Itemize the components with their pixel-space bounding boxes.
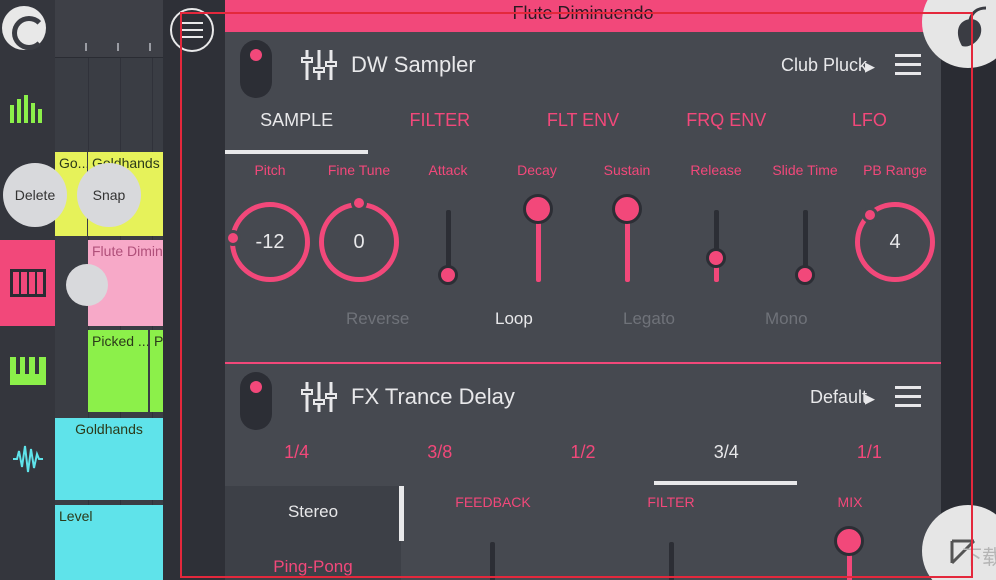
- piano-roll-icon[interactable]: [0, 240, 55, 326]
- instrument-tabs: SAMPLE FILTER FLT ENV FRQ ENV LFO: [225, 96, 941, 146]
- flstudio-mobile-screen: Go... Goldhands Flute Dimin Picked ... P…: [0, 0, 996, 580]
- attack-label: Attack: [428, 162, 468, 178]
- release-label: Release: [690, 162, 742, 178]
- sustain-slider-fill: [625, 222, 630, 282]
- reverse-toggle[interactable]: Reverse: [346, 309, 409, 329]
- channel-title-bar: Flute Diminuendo: [225, 0, 941, 32]
- instrument-menu-button[interactable]: [895, 54, 921, 75]
- effect-power-toggle[interactable]: [240, 372, 272, 430]
- active-tab-indicator: [654, 481, 797, 485]
- mode-ping-pong[interactable]: Ping-Pong: [225, 557, 401, 577]
- decay-slider-thumb[interactable]: [523, 194, 553, 224]
- fine-tune-knob[interactable]: 0: [319, 202, 399, 282]
- mode-scrollbar[interactable]: [399, 486, 404, 541]
- effect-name: FX Trance Delay: [351, 384, 515, 409]
- fine-tune-label: Fine Tune: [327, 162, 391, 178]
- preset-arrow-icon[interactable]: ▶: [865, 59, 875, 75]
- sustain-slider-thumb[interactable]: [612, 194, 642, 224]
- loop-toggle[interactable]: Loop: [495, 309, 533, 329]
- tab-1-2[interactable]: 1/2: [511, 428, 654, 478]
- fl-fruit-logo-icon[interactable]: [922, 0, 996, 68]
- instrument-power-toggle[interactable]: [240, 40, 272, 98]
- legato-toggle[interactable]: Legato: [623, 309, 675, 329]
- mix-label: MIX: [837, 494, 863, 510]
- feedback-slider[interactable]: [490, 542, 495, 580]
- timeline-ruler[interactable]: [55, 0, 163, 58]
- slide-time-label: Slide Time: [772, 162, 838, 178]
- delete-button[interactable]: Delete: [3, 163, 67, 227]
- pitch-knob-handle[interactable]: [225, 230, 241, 246]
- tab-lfo[interactable]: LFO: [798, 96, 941, 146]
- preset-arrow-icon[interactable]: ▶: [865, 391, 875, 407]
- right-edge-column: [941, 0, 996, 580]
- app-logo-icon[interactable]: [2, 6, 46, 50]
- attack-slider-thumb[interactable]: [438, 265, 458, 285]
- effect-menu-button[interactable]: [895, 386, 921, 407]
- pitch-label: Pitch: [254, 162, 286, 178]
- automation-clip[interactable]: Level: [55, 505, 163, 580]
- tab-filter[interactable]: FILTER: [368, 96, 511, 146]
- instrument-preset[interactable]: Club Pluck: [781, 55, 867, 76]
- channel-icon-column: [0, 0, 55, 580]
- release-slider-thumb[interactable]: [706, 248, 726, 268]
- tab-frq-env[interactable]: FRQ ENV: [655, 96, 798, 146]
- pattern-clip[interactable]: P: [150, 330, 163, 412]
- snap-button[interactable]: Snap: [77, 163, 141, 227]
- pattern-clip[interactable]: Picked ...: [88, 330, 148, 412]
- decay-label: Decay: [517, 162, 557, 178]
- instrument-name: DW Sampler: [351, 52, 476, 77]
- drag-handle[interactable]: [66, 264, 108, 306]
- filter-slider[interactable]: [669, 542, 674, 580]
- sustain-label: Sustain: [603, 162, 651, 178]
- tab-1-1[interactable]: 1/1: [798, 428, 941, 478]
- instrument-panel: DW Sampler Club Pluck ▶ SAMPLE FILTER FL…: [225, 32, 941, 362]
- decay-slider-fill: [536, 222, 541, 282]
- pb-range-label: PB Range: [863, 162, 927, 178]
- feedback-label: FEEDBACK: [455, 494, 531, 510]
- mixer-sliders-icon[interactable]: [301, 380, 337, 414]
- plugin-sidebar: [163, 0, 225, 580]
- piano-keys-icon[interactable]: [0, 328, 55, 414]
- tab-3-8[interactable]: 3/8: [368, 428, 511, 478]
- waveform-icon[interactable]: [0, 416, 55, 502]
- mode-stereo[interactable]: Stereo: [225, 502, 401, 522]
- watermark-text: 下载: [962, 547, 996, 569]
- mixer-bars-icon[interactable]: [0, 66, 55, 152]
- filter-label: FILTER: [647, 494, 695, 510]
- effect-panel: FX Trance Delay Default ▶ 1/4 3/8 1/2 3/…: [225, 364, 941, 580]
- mono-toggle[interactable]: Mono: [765, 309, 808, 329]
- effect-preset[interactable]: Default: [810, 387, 867, 408]
- fine-tune-knob-handle[interactable]: [351, 195, 367, 211]
- active-tab-indicator: [225, 150, 368, 154]
- main-menu-button[interactable]: [170, 8, 214, 52]
- delay-time-tabs: 1/4 3/8 1/2 3/4 1/1: [225, 428, 941, 478]
- tab-1-4[interactable]: 1/4: [225, 428, 368, 478]
- delay-mode-list: Stereo Ping-Pong: [225, 486, 401, 580]
- mixer-sliders-icon[interactable]: [301, 48, 337, 82]
- tab-sample[interactable]: SAMPLE: [225, 96, 368, 146]
- tab-3-4[interactable]: 3/4: [655, 428, 798, 478]
- audio-clip[interactable]: Goldhands: [55, 418, 163, 500]
- slide-time-slider-thumb[interactable]: [795, 265, 815, 285]
- tab-flt-env[interactable]: FLT ENV: [511, 96, 654, 146]
- mix-slider-thumb[interactable]: [834, 526, 864, 556]
- pitch-knob[interactable]: -12: [230, 202, 310, 282]
- pb-range-knob-handle[interactable]: [862, 207, 878, 223]
